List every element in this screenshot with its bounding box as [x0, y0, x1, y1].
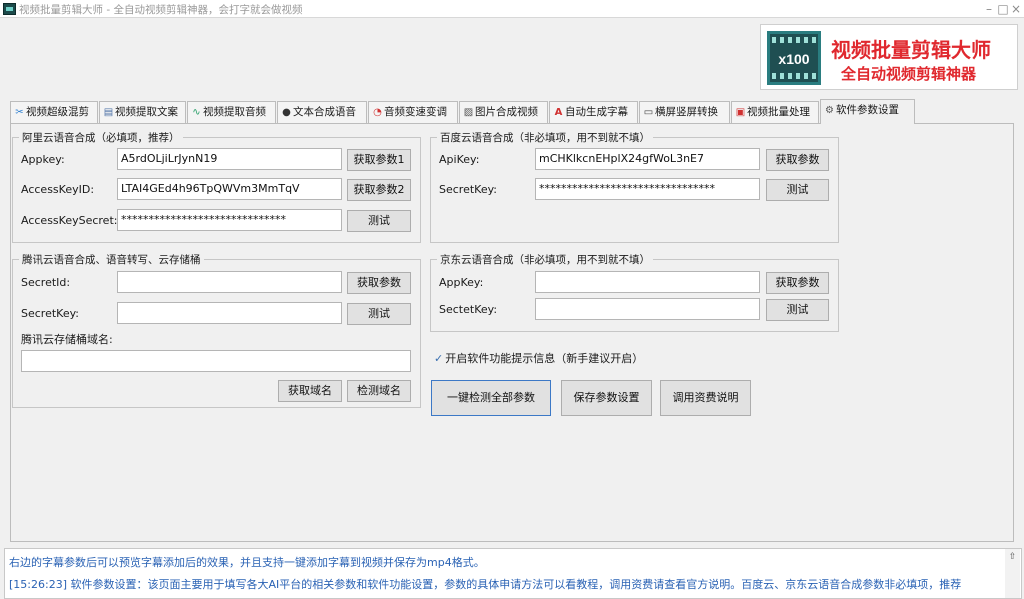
tab-label: 自动生成字幕	[565, 106, 628, 118]
tab-label: 视频批量处理	[747, 106, 810, 118]
speed-gauge-icon: ◔	[373, 107, 382, 118]
tencent-get-param-button[interactable]: 获取参数	[347, 272, 411, 294]
jd-group: 京东云语音合成（非必填项，用不到就不填）	[430, 252, 839, 332]
jd-secretkey-field[interactable]	[535, 298, 760, 320]
app-logo-icon	[3, 3, 16, 15]
film-icon: ▣	[735, 107, 746, 118]
tencent-secretid-field[interactable]	[117, 271, 342, 293]
maximize-button[interactable]: □	[997, 1, 1009, 17]
group-title: 阿里云语音合成（必填项，推荐）	[19, 130, 183, 145]
baidu-apikey-field[interactable]: mCHKlkcnEHplX24gfWoL3nE7	[535, 148, 760, 170]
banner-subtitle: 全自动视频剪辑神器	[841, 65, 977, 83]
tencent-bucket-domain-field[interactable]	[21, 350, 411, 372]
film-logo-icon: x100	[767, 31, 821, 85]
jd-get-param-button[interactable]: 获取参数	[766, 272, 829, 294]
tab-label: 视频提取文案	[115, 106, 178, 118]
tab-label: 软件参数设置	[836, 104, 899, 116]
gear-icon: ⚙	[825, 105, 834, 116]
minimize-button[interactable]: –	[983, 1, 995, 17]
scroll-up-arrow-icon[interactable]: ⇧	[1006, 550, 1019, 564]
jd-test-button[interactable]: 测试	[766, 299, 829, 321]
tab-label: 横屏竖屏转换	[655, 106, 718, 118]
check-domain-button[interactable]: 检测域名	[347, 380, 411, 402]
aliyun-test-button[interactable]: 测试	[347, 210, 411, 232]
tab-label: 视频超级混剪	[26, 106, 89, 118]
tab-image-to-video[interactable]: ▨ 图片合成视频	[459, 101, 548, 123]
accesskeysecret-label: AccessKeySecret:	[21, 214, 118, 227]
log-output[interactable]: 右边的字幕参数后可以预览字幕添加后的效果，并且支持一键添加字幕到视频并保存为mp…	[4, 548, 1022, 599]
jd-appkey-label: AppKey:	[439, 276, 484, 289]
secretkey-label: SecretKey:	[439, 183, 498, 196]
film-strip-bottom	[772, 73, 816, 79]
banner-title: 视频批量剪辑大师	[831, 38, 991, 62]
brand-banner: x100 视频批量剪辑大师 全自动视频剪辑神器	[760, 24, 1018, 90]
tab-extract-script[interactable]: ▤ 视频提取文案	[99, 101, 186, 123]
aliyun-accesskeysecret-field[interactable]: ******************************	[117, 209, 342, 231]
tab-label: 图片合成视频	[475, 106, 538, 118]
aliyun-appkey-field[interactable]: A5rdOLjiLrJynN19	[117, 148, 342, 170]
group-title: 腾讯云语音合成、语音转写、云存储桶	[19, 252, 204, 267]
tab-orientation-convert[interactable]: ▭ 横屏竖屏转换	[639, 101, 730, 123]
audio-wave-icon: ∿	[192, 107, 201, 118]
aliyun-accesskeyid-field[interactable]: LTAI4GEd4h96TpQWVm3MmTqV	[117, 178, 342, 200]
group-title: 百度云语音合成（非必填项，用不到就不填）	[437, 130, 653, 145]
tab-video-remix[interactable]: ✂ 视频超级混剪	[10, 101, 98, 123]
pricing-info-button[interactable]: 调用资费说明	[660, 380, 751, 416]
appkey-label: Appkey:	[21, 153, 65, 166]
tab-extract-audio[interactable]: ∿ 视频提取音频	[187, 101, 276, 123]
baidu-test-button[interactable]: 测试	[766, 179, 829, 201]
secretid-label: SecretId:	[21, 276, 71, 289]
close-button[interactable]: ×	[1010, 1, 1022, 17]
aliyun-get-param1-button[interactable]: 获取参数1	[347, 149, 411, 171]
bucket-domain-label: 腾讯云存储桶域名:	[21, 333, 113, 346]
log-line: 右边的字幕参数后可以预览字幕添加后的效果，并且支持一键添加字幕到视频并保存为mp…	[9, 556, 485, 569]
group-title: 京东云语音合成（非必填项，用不到就不填）	[437, 252, 653, 267]
scissors-icon: ✂	[15, 107, 24, 118]
save-settings-button[interactable]: 保存参数设置	[561, 380, 652, 416]
tencent-secretkey-label: SecretKey:	[21, 307, 80, 320]
accesskeyid-label: AccessKeyID:	[21, 183, 95, 196]
font-icon: A	[554, 107, 563, 118]
microphone-icon: ●	[282, 107, 291, 118]
tab-batch-process[interactable]: ▣ 视频批量处理	[731, 101, 819, 123]
tips-checkbox-label: 开启软件功能提示信息（新手建议开启）	[445, 352, 644, 365]
rotate-screen-icon: ▭	[643, 107, 654, 118]
title-bar: 视频批量剪辑大师 - 全自动视频剪辑神器，会打字就会做视频 – □ ×	[0, 0, 1024, 18]
checkmark-icon: ✓	[434, 352, 444, 365]
image-icon: ▨	[463, 107, 474, 118]
baidu-get-param-button[interactable]: 获取参数	[766, 149, 829, 171]
log-scrollbar[interactable]: ⇧	[1005, 549, 1020, 598]
jd-appkey-field[interactable]	[535, 271, 760, 293]
tips-checkbox[interactable]: ✓ 开启软件功能提示信息（新手建议开启）	[434, 350, 643, 366]
tab-settings[interactable]: ⚙ 软件参数设置	[820, 99, 915, 124]
get-domain-button[interactable]: 获取域名	[278, 380, 342, 402]
tencent-test-button[interactable]: 测试	[347, 303, 411, 325]
baidu-secretkey-field[interactable]: ********************************	[535, 178, 760, 200]
tab-text-to-speech[interactable]: ● 文本合成语音	[277, 101, 367, 123]
jd-secretkey-label: SectetKey:	[439, 303, 498, 316]
tab-label: 音频变速变调	[384, 106, 447, 118]
log-line: [15:26:23] 软件参数设置：该页面主要用于填写各大AI平台的相关参数和软…	[9, 578, 962, 591]
aliyun-get-param2-button[interactable]: 获取参数2	[347, 179, 411, 201]
logo-text: x100	[778, 51, 810, 67]
film-strip-top	[772, 37, 816, 43]
tab-label: 视频提取音频	[203, 106, 266, 118]
check-all-params-button[interactable]: 一键检测全部参数	[431, 380, 551, 416]
tab-audio-speed[interactable]: ◔ 音频变速变调	[368, 101, 458, 123]
tab-label: 文本合成语音	[293, 106, 356, 118]
document-icon: ▤	[103, 107, 114, 118]
apikey-label: ApiKey:	[439, 153, 480, 166]
tab-auto-subtitle[interactable]: A 自动生成字幕	[549, 101, 638, 123]
window-title: 视频批量剪辑大师 - 全自动视频剪辑神器，会打字就会做视频	[19, 4, 303, 16]
tencent-secretkey-field[interactable]	[117, 302, 342, 324]
